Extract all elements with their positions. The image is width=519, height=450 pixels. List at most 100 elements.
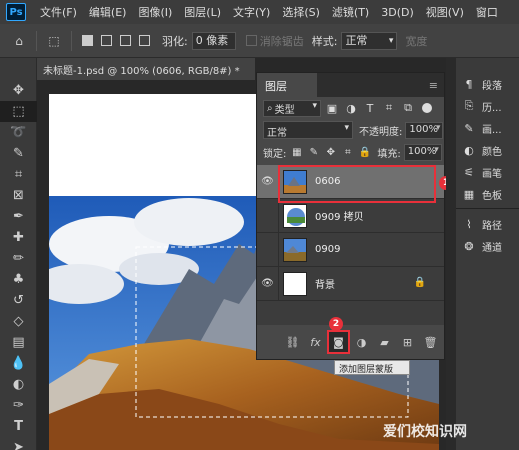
- filter-kind-select[interactable]: ⌕ 类型: [263, 99, 321, 117]
- menu-file[interactable]: 文件(F): [34, 4, 83, 20]
- channels-panel-item[interactable]: ❂ 通道: [456, 236, 519, 256]
- paths-panel-item[interactable]: ⌇ 路径: [456, 214, 519, 234]
- history-icon: ⎘: [464, 99, 474, 112]
- layer-row-0909-copy[interactable]: 👁 0909 拷贝: [257, 198, 444, 233]
- channels-icon: ❂: [464, 239, 474, 253]
- add-layer-mask-button[interactable]: ◙: [327, 330, 350, 354]
- blend-row: 正常 不透明度: 100%: [257, 119, 444, 141]
- dodge-tool-icon[interactable]: ◐: [0, 374, 37, 395]
- menu-3d[interactable]: 3D(D): [375, 6, 420, 19]
- menu-filter[interactable]: 滤镜(T): [326, 4, 375, 20]
- crop-tool-icon[interactable]: ⌗: [0, 164, 37, 185]
- document-tab[interactable]: 未标题-1.psd @ 100% (0606, RGB/8#) *: [37, 58, 255, 80]
- lock-transparency-icon[interactable]: ▦: [290, 146, 303, 159]
- fill-label: 填充:: [377, 148, 401, 160]
- style-select[interactable]: 正常: [341, 31, 398, 50]
- rectangular-marquee-tool-icon[interactable]: ⬚: [0, 101, 37, 122]
- layer-thumbnail: [283, 271, 307, 296]
- frame-tool-icon[interactable]: ⊠: [0, 185, 37, 206]
- layer-row-0909[interactable]: 👁 0909: [257, 232, 444, 267]
- shape-filter-icon[interactable]: ⌗: [381, 100, 397, 116]
- home-icon[interactable]: ⌂: [8, 30, 30, 52]
- intersect-selection-icon[interactable]: [139, 35, 150, 46]
- history-panel-item[interactable]: ⎘ 历...: [456, 96, 519, 116]
- visibility-eye-icon[interactable]: 👁: [257, 266, 279, 301]
- lock-position-icon[interactable]: ✥: [324, 146, 337, 159]
- dock-divider: [446, 58, 456, 450]
- menu-select[interactable]: 选择(S): [276, 4, 326, 20]
- lasso-tool-icon[interactable]: ➰: [0, 122, 37, 143]
- layer-row-background[interactable]: 👁 背景 🔒: [257, 266, 444, 301]
- move-tool-icon[interactable]: ✥: [0, 80, 37, 101]
- layers-panel-tabbar: 图层 ≡: [257, 73, 444, 97]
- pen-tool-icon[interactable]: ✑: [0, 395, 37, 416]
- filter-toggle-icon[interactable]: [422, 103, 432, 113]
- visibility-eye-icon[interactable]: 👁: [257, 164, 279, 199]
- canvas-panel-item[interactable]: ✎ 画...: [456, 118, 519, 138]
- antialias-checkbox[interactable]: [245, 35, 257, 46]
- eyedropper-tool-icon[interactable]: ✒: [0, 206, 37, 227]
- healing-brush-tool-icon[interactable]: ✚: [0, 227, 37, 248]
- type-tool-icon[interactable]: T: [0, 416, 37, 437]
- fill-input[interactable]: 100%: [403, 143, 442, 161]
- canvas-panel-icon: ✎: [464, 121, 474, 135]
- clone-stamp-tool-icon[interactable]: ♣: [0, 269, 37, 290]
- layer-mask-icon: ◙: [333, 335, 344, 349]
- lock-row: 锁定: ▦ ✎ ✥ ⌗ 🔒 填充: 100%: [257, 141, 444, 163]
- new-layer-icon[interactable]: ⊞: [398, 332, 417, 352]
- menu-bar: Ps 文件(F) 编辑(E) 图像(I) 图层(L) 文字(Y) 选择(S) 滤…: [0, 0, 519, 24]
- brush-label: 画笔: [482, 168, 502, 180]
- lock-all-icon[interactable]: 🔒: [358, 146, 371, 159]
- panel-menu-icon[interactable]: ≡: [429, 79, 438, 92]
- quick-selection-tool-icon[interactable]: ✎: [0, 143, 37, 164]
- adjustment-layer-icon[interactable]: ◑: [352, 332, 371, 352]
- pixel-filter-icon[interactable]: ▣: [324, 100, 340, 116]
- menu-image[interactable]: 图像(I): [132, 4, 178, 20]
- right-panel-dock: ¶ 段落 ⎘ 历... ✎ 画... ◐ 颜色 ⚟ 画笔 ▦ 色板 ⌇ 路径 ❂ 通道: [456, 58, 519, 450]
- opacity-input[interactable]: 100%: [405, 121, 444, 139]
- add-selection-icon[interactable]: [101, 35, 112, 46]
- layers-tab[interactable]: 图层: [257, 73, 317, 97]
- smart-object-filter-icon[interactable]: ⧉: [400, 100, 416, 116]
- eraser-tool-icon[interactable]: ◇: [0, 311, 37, 332]
- tools-panel: ✥ ⬚ ➰ ✎ ⌗ ⊠ ✒ ✚ ✏ ♣ ↺ ◇ ▤ 💧 ◐ ✑ T ➤: [0, 58, 37, 450]
- layer-name: 0909 拷贝: [315, 212, 364, 223]
- brush-tool-icon[interactable]: ✏: [0, 248, 37, 269]
- blur-tool-icon[interactable]: 💧: [0, 353, 37, 374]
- menu-edit[interactable]: 编辑(E): [83, 4, 133, 20]
- channels-label: 通道: [482, 242, 502, 254]
- menu-layer[interactable]: 图层(L): [178, 4, 227, 20]
- brush-panel-item[interactable]: ⚟ 画笔: [456, 162, 519, 182]
- path-selection-tool-icon[interactable]: ➤: [0, 437, 37, 450]
- menu-type[interactable]: 文字(Y): [227, 4, 276, 20]
- type-filter-icon[interactable]: T: [362, 100, 378, 116]
- menu-window[interactable]: 窗口: [470, 4, 504, 20]
- paragraph-label: 段落: [482, 80, 502, 92]
- highlight-layer-0606: [278, 165, 436, 203]
- menu-view[interactable]: 视图(V): [420, 4, 470, 20]
- layer-style-button[interactable]: fx: [306, 332, 325, 352]
- new-selection-icon[interactable]: [82, 35, 93, 46]
- blend-mode-select[interactable]: 正常: [263, 121, 353, 139]
- new-group-icon[interactable]: ▰: [375, 332, 394, 352]
- panel-separator: [456, 208, 519, 209]
- swatches-label: 色板: [482, 190, 502, 202]
- layers-panel: 图层 ≡ ⌕ 类型 ▣ ◑ T ⌗ ⧉ 正常 不透明度: 100% 锁定: ▦ …: [256, 72, 445, 360]
- lock-pixels-icon[interactable]: ✎: [307, 146, 320, 159]
- color-icon: ◐: [464, 143, 474, 157]
- delete-layer-icon[interactable]: 🗑: [421, 332, 440, 352]
- visibility-eye-icon[interactable]: 👁: [257, 198, 279, 233]
- feather-input[interactable]: 0 像素: [191, 31, 236, 50]
- swatches-panel-item[interactable]: ▦ 色板: [456, 184, 519, 204]
- gradient-tool-icon[interactable]: ▤: [0, 332, 37, 353]
- color-panel-item[interactable]: ◐ 颜色: [456, 140, 519, 160]
- paragraph-icon: ¶: [465, 77, 473, 91]
- history-brush-tool-icon[interactable]: ↺: [0, 290, 37, 311]
- lock-artboard-icon[interactable]: ⌗: [341, 146, 354, 159]
- marquee-preset-icon[interactable]: ⬚: [43, 30, 65, 52]
- subtract-selection-icon[interactable]: [120, 35, 131, 46]
- link-layers-icon[interactable]: ⛓: [283, 332, 302, 352]
- adjustment-filter-icon[interactable]: ◑: [343, 100, 359, 116]
- paragraph-panel-item[interactable]: ¶ 段落: [456, 74, 519, 94]
- visibility-eye-icon[interactable]: 👁: [257, 232, 279, 267]
